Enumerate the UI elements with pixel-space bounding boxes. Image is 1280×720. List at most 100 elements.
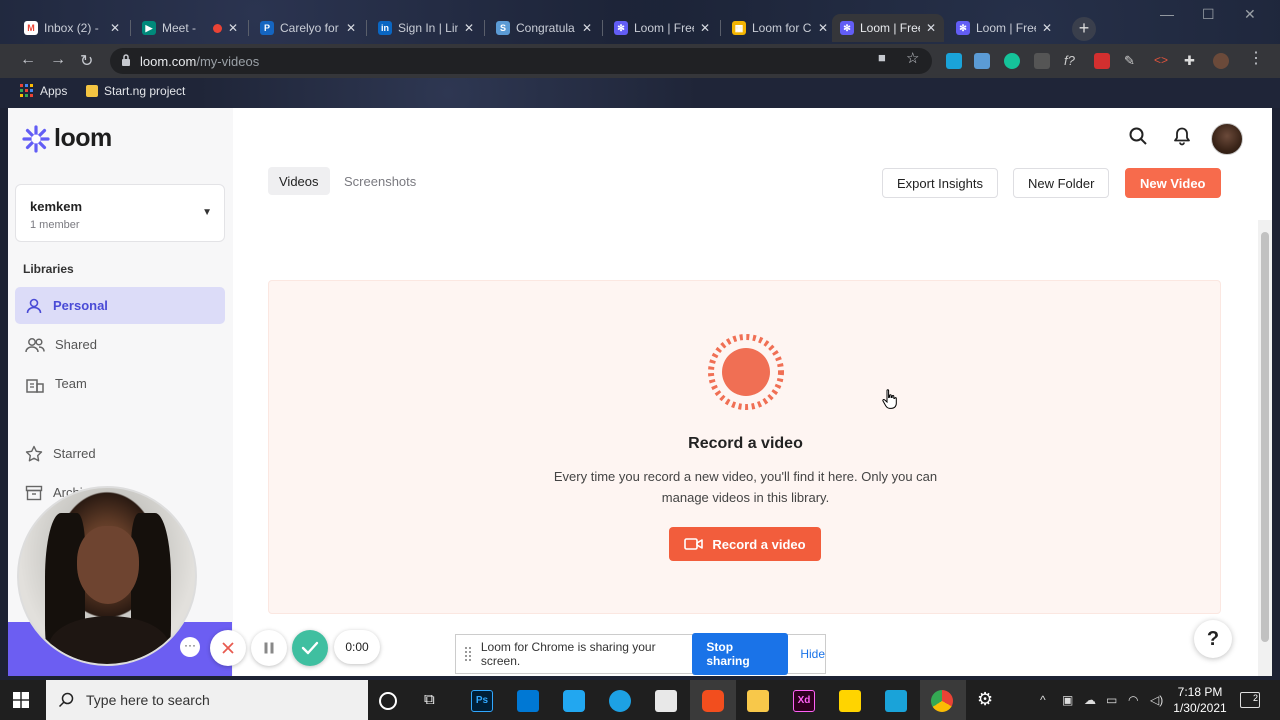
- maximize-icon[interactable]: ☐: [1202, 6, 1215, 23]
- close-icon[interactable]: ✕: [464, 21, 474, 35]
- extension-icon[interactable]: [1034, 53, 1050, 69]
- close-icon[interactable]: ✕: [110, 21, 120, 35]
- mail-icon[interactable]: [517, 690, 539, 712]
- tab-gmail[interactable]: M Inbox (2) - ✕: [16, 14, 128, 42]
- window-close-icon[interactable]: ✕: [1244, 6, 1256, 23]
- close-icon[interactable]: ✕: [700, 21, 710, 35]
- scrollbar[interactable]: [1258, 220, 1272, 676]
- task-view-icon[interactable]: ⧉: [424, 691, 446, 713]
- close-icon[interactable]: ✕: [818, 21, 828, 35]
- gmail-icon: M: [24, 21, 38, 35]
- cortana-icon[interactable]: [379, 692, 397, 710]
- close-icon[interactable]: ✕: [1042, 21, 1052, 35]
- file-explorer-icon[interactable]: [747, 690, 769, 712]
- menu-icon[interactable]: ⋮: [1248, 48, 1264, 68]
- vscode-icon[interactable]: [563, 690, 585, 712]
- drag-handle-icon[interactable]: [465, 647, 471, 661]
- sidebar-item-shared[interactable]: Shared: [15, 326, 225, 363]
- webcam-bubble[interactable]: [17, 486, 197, 666]
- volume-icon[interactable]: ◁): [1150, 693, 1163, 707]
- bookmark-apps[interactable]: Apps: [20, 84, 67, 98]
- finish-recording-button[interactable]: [292, 630, 328, 666]
- code-icon[interactable]: <>: [1154, 53, 1170, 69]
- more-options-icon[interactable]: ···: [180, 637, 200, 657]
- extension-f-icon[interactable]: [1094, 53, 1110, 69]
- windows-start-icon[interactable]: [13, 692, 29, 708]
- sidebar-item-team[interactable]: Team: [15, 365, 225, 402]
- record-sun-icon: [708, 334, 784, 410]
- search-icon[interactable]: [1128, 126, 1148, 146]
- close-icon[interactable]: ✕: [582, 21, 592, 35]
- apps-grid-icon: [20, 84, 33, 97]
- linkedin-icon: in: [378, 21, 392, 35]
- tray-chevron-icon[interactable]: ^: [1040, 693, 1046, 707]
- forward-icon[interactable]: →: [50, 51, 66, 69]
- tab-label: Meet -: [162, 21, 197, 35]
- tab-loom-active[interactable]: ✻ Loom | Free ✕: [832, 14, 944, 42]
- tab-meet[interactable]: ▶ Meet - ✕: [134, 14, 246, 42]
- back-icon[interactable]: ←: [20, 51, 36, 69]
- app-icon[interactable]: [885, 690, 907, 712]
- sidebar-item-starred[interactable]: Starred: [15, 435, 225, 472]
- tab-linkedin[interactable]: in Sign In | Lin ✕: [370, 14, 482, 42]
- notification-center-icon[interactable]: 2: [1240, 692, 1260, 708]
- address-bar[interactable]: loom.com/my-videos: [110, 48, 932, 74]
- extension-icon[interactable]: [946, 53, 962, 69]
- puzzle-icon[interactable]: ✚: [1184, 53, 1200, 69]
- tab-loom-1[interactable]: ✻ Loom | Free ✕: [606, 14, 718, 42]
- figma-icon[interactable]: [702, 690, 724, 712]
- camera-icon[interactable]: ■: [878, 50, 886, 65]
- record-video-button[interactable]: Record a video: [669, 527, 821, 561]
- tab-loom-chrome[interactable]: ▦ Loom for C ✕: [724, 14, 836, 42]
- pen-icon[interactable]: ✎: [1124, 53, 1140, 69]
- grammarly-icon[interactable]: [1004, 53, 1020, 69]
- tray-meet-icon[interactable]: ▣: [1062, 693, 1073, 707]
- help-button[interactable]: ?: [1194, 620, 1232, 658]
- scroll-thumb[interactable]: [1261, 232, 1269, 642]
- close-icon[interactable]: ✕: [926, 21, 936, 35]
- bookmark-startng[interactable]: Start.ng project: [86, 84, 185, 98]
- main-content: Videos Screenshots Export Insights New F…: [233, 108, 1272, 676]
- settings-icon[interactable]: ⚙: [977, 689, 999, 711]
- new-video-button[interactable]: New Video: [1125, 168, 1221, 198]
- sidebar-item-personal[interactable]: Personal: [15, 287, 225, 324]
- user-avatar[interactable]: [1211, 123, 1243, 155]
- function-icon[interactable]: f?: [1064, 53, 1080, 69]
- clock[interactable]: 7:18 PM 1/30/2021: [1170, 684, 1230, 716]
- extension-s-icon[interactable]: [974, 53, 990, 69]
- onedrive-icon[interactable]: ☁: [1084, 693, 1096, 707]
- sticky-notes-icon[interactable]: [839, 690, 861, 712]
- reload-icon[interactable]: ↻: [80, 51, 93, 71]
- new-tab-button[interactable]: +: [1072, 17, 1096, 41]
- star-icon[interactable]: ☆: [906, 49, 919, 67]
- cancel-recording-button[interactable]: [210, 630, 246, 666]
- pause-recording-button[interactable]: [251, 630, 287, 666]
- profile-avatar[interactable]: [1213, 53, 1229, 69]
- loom-logo[interactable]: loom: [22, 124, 112, 153]
- photoshop-icon[interactable]: Ps: [471, 690, 493, 712]
- new-folder-button[interactable]: New Folder: [1013, 168, 1110, 198]
- battery-icon[interactable]: ▭: [1106, 693, 1117, 707]
- workspace-members: 1 member: [30, 219, 80, 231]
- hide-share-bar-link[interactable]: Hide: [800, 647, 825, 661]
- bell-icon[interactable]: [1172, 126, 1192, 146]
- minimize-icon[interactable]: —: [1160, 6, 1174, 22]
- taskbar-search[interactable]: Type here to search: [46, 680, 368, 720]
- stop-sharing-button[interactable]: Stop sharing: [692, 633, 789, 675]
- edge-icon[interactable]: [609, 690, 631, 712]
- browser-tab-bar: M Inbox (2) - ✕ ▶ Meet - ✕ P Carelyo for…: [0, 0, 1280, 44]
- tab-carelyo[interactable]: P Carelyo for ✕: [252, 14, 364, 42]
- wifi-icon[interactable]: ◠: [1128, 693, 1138, 707]
- workspace-switcher[interactable]: kemkem 1 member ▼: [15, 184, 225, 242]
- close-icon[interactable]: ✕: [228, 21, 238, 35]
- tab-loom-3[interactable]: ✻ Loom | Free ✕: [948, 14, 1060, 42]
- clock-time: 7:18 PM: [1177, 685, 1223, 699]
- tab-congratulations[interactable]: S Congratula ✕: [488, 14, 600, 42]
- export-insights-button[interactable]: Export Insights: [882, 168, 998, 198]
- adobe-xd-icon[interactable]: Xd: [793, 690, 815, 712]
- chrome-icon[interactable]: [931, 690, 953, 712]
- store-icon[interactable]: [655, 690, 677, 712]
- close-icon[interactable]: ✕: [346, 21, 356, 35]
- tab-videos[interactable]: Videos: [268, 167, 330, 195]
- tab-screenshots[interactable]: Screenshots: [333, 167, 427, 195]
